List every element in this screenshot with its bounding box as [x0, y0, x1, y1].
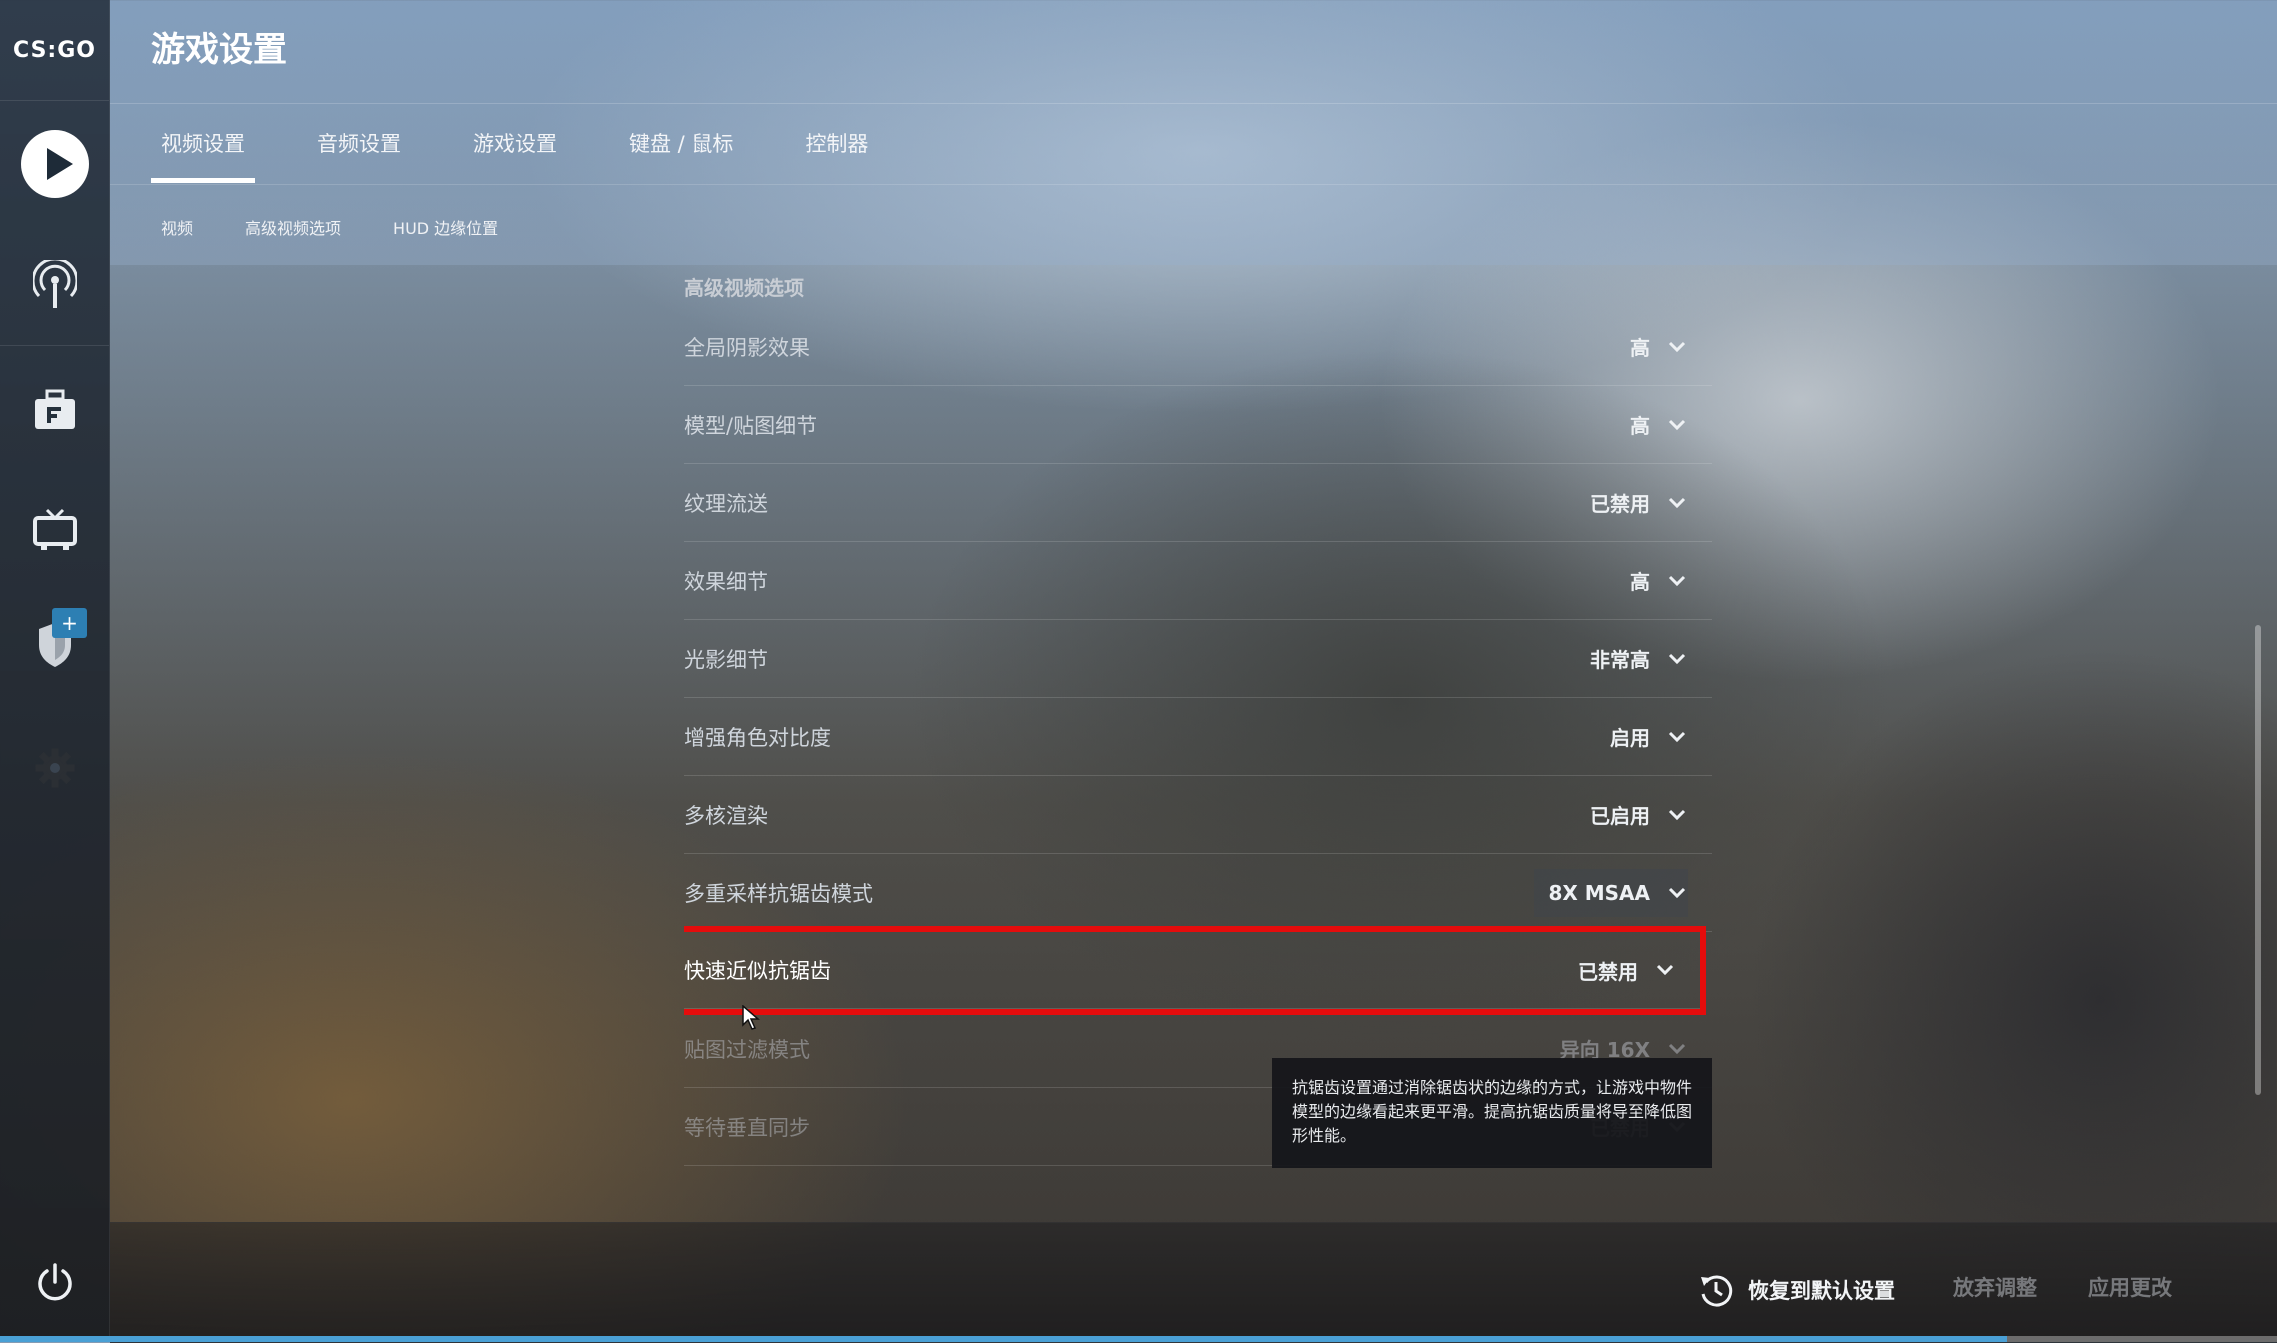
chevron-down-icon	[1668, 653, 1686, 664]
tab-keyboard-mouse[interactable]: 键盘 / 鼠标	[619, 128, 743, 183]
settings-button[interactable]	[0, 738, 109, 798]
setting-row-effect-detail[interactable]: 效果细节 高	[684, 542, 1712, 620]
chevron-down-icon	[1668, 497, 1686, 508]
setting-row-boost-player-contrast[interactable]: 增强角色对比度 启用	[684, 698, 1712, 776]
tv-icon	[32, 508, 77, 550]
page-title: 游戏设置	[151, 30, 287, 70]
watch-button[interactable]	[0, 500, 109, 560]
setting-dropdown[interactable]: 高	[1630, 410, 1688, 439]
setting-value: 已禁用	[1590, 492, 1650, 516]
sidebar-divider	[0, 345, 109, 346]
watch-broadcast-button[interactable]	[0, 255, 109, 315]
setting-dropdown[interactable]: 高	[1630, 332, 1688, 361]
setting-row-global-shadow[interactable]: 全局阴影效果 高	[684, 308, 1712, 386]
broadcast-icon	[32, 260, 77, 308]
tab-controller[interactable]: 控制器	[795, 128, 878, 183]
setting-value: 启用	[1610, 726, 1650, 750]
section-title: 高级视频选项	[684, 276, 804, 300]
setting-row-fxaa[interactable]: 快速近似抗锯齿 已禁用	[684, 926, 1706, 1015]
settings-footer	[110, 1222, 2277, 1343]
discard-changes-button[interactable]: 放弃调整	[1953, 1272, 2037, 1302]
csgo-logo[interactable]: CS:GO	[0, 0, 109, 101]
restore-defaults-button[interactable]: 恢复到默认设置	[1698, 1272, 1895, 1308]
subtab-video[interactable]: 视频	[161, 215, 193, 239]
settings-tabs: 视频设置 音频设置 游戏设置 键盘 / 鼠标 控制器	[151, 128, 930, 183]
mouse-cursor-icon	[742, 1005, 760, 1030]
setting-label: 多核渲染	[684, 803, 768, 828]
tab-video-settings[interactable]: 视频设置	[151, 128, 255, 183]
setting-row-msaa-mode[interactable]: 多重采样抗锯齿模式 8X MSAA	[684, 854, 1712, 932]
restore-defaults-label: 恢复到默认设置	[1748, 1279, 1895, 1303]
play-icon	[20, 130, 89, 198]
inventory-icon	[34, 389, 75, 429]
new-badge: +	[52, 608, 87, 638]
chevron-down-icon	[1668, 731, 1686, 742]
chevron-down-icon	[1668, 1043, 1686, 1054]
setting-tooltip: 抗锯齿设置通过消除锯齿状的边缘的方式，让游戏中物件模型的边缘看起来更平滑。提高抗…	[1272, 1058, 1712, 1168]
chevron-down-icon	[1668, 887, 1686, 898]
setting-value: 已启用	[1590, 804, 1650, 828]
setting-row-shader-detail[interactable]: 光影细节 非常高	[684, 620, 1712, 698]
setting-label: 等待垂直同步	[684, 1115, 810, 1140]
setting-label: 增强角色对比度	[684, 725, 831, 750]
gear-icon	[35, 748, 74, 788]
setting-value: 已禁用	[1578, 959, 1638, 984]
subtab-hud-edge[interactable]: HUD 边缘位置	[393, 215, 498, 239]
chevron-down-icon	[1668, 419, 1686, 430]
tab-game-settings[interactable]: 游戏设置	[463, 128, 567, 183]
play-button[interactable]	[0, 128, 109, 200]
loading-progress	[0, 1336, 2007, 1342]
chevron-down-icon	[1668, 341, 1686, 352]
panel-scrollbar[interactable]	[2255, 625, 2261, 1095]
setting-row-texture-streaming[interactable]: 纹理流送 已禁用	[684, 464, 1712, 542]
setting-row-model-texture-detail[interactable]: 模型/贴图细节 高	[684, 386, 1712, 464]
setting-label: 纹理流送	[684, 491, 768, 516]
setting-value: 非常高	[1590, 648, 1650, 672]
subtab-advanced-video[interactable]: 高级视频选项	[245, 215, 341, 239]
setting-label: 全局阴影效果	[684, 335, 810, 360]
setting-value: 8X MSAA	[1548, 880, 1650, 905]
subtab-divider	[110, 184, 2277, 185]
settings-subtabs: 视频 高级视频选项 HUD 边缘位置	[161, 215, 550, 239]
setting-label: 多重采样抗锯齿模式	[684, 881, 873, 906]
chevron-down-icon	[1656, 964, 1674, 976]
chevron-down-icon	[1668, 809, 1686, 820]
setting-value: 高	[1630, 570, 1650, 594]
setting-value: 高	[1630, 336, 1650, 360]
header-divider	[110, 103, 2277, 104]
power-icon	[37, 1263, 72, 1301]
setting-label: 效果细节	[684, 569, 768, 594]
setting-dropdown[interactable]: 已禁用	[1578, 956, 1676, 985]
setting-row-multicore-rendering[interactable]: 多核渲染 已启用	[684, 776, 1712, 854]
setting-label: 光影细节	[684, 647, 768, 672]
history-icon	[1701, 1275, 1733, 1307]
setting-dropdown[interactable]: 非常高	[1590, 644, 1688, 673]
inventory-button[interactable]	[0, 380, 109, 440]
quit-button[interactable]	[0, 1252, 109, 1312]
setting-dropdown[interactable]: 启用	[1610, 722, 1688, 751]
main-sidebar: CS:GO +	[0, 0, 110, 1342]
apply-changes-button[interactable]: 应用更改	[2088, 1272, 2172, 1302]
setting-label: 模型/贴图细节	[684, 413, 818, 438]
tab-audio-settings[interactable]: 音频设置	[307, 128, 411, 183]
setting-dropdown[interactable]: 已禁用	[1590, 488, 1688, 517]
setting-dropdown[interactable]: 高	[1630, 566, 1688, 595]
setting-label: 快速近似抗锯齿	[684, 959, 831, 983]
chevron-down-icon	[1668, 575, 1686, 586]
setting-dropdown[interactable]: 8X MSAA	[1534, 868, 1688, 917]
loading-progress-track	[2007, 1336, 2277, 1342]
setting-label: 贴图过滤模式	[684, 1037, 810, 1062]
setting-value: 高	[1630, 414, 1650, 438]
setting-dropdown[interactable]: 已启用	[1590, 800, 1688, 829]
